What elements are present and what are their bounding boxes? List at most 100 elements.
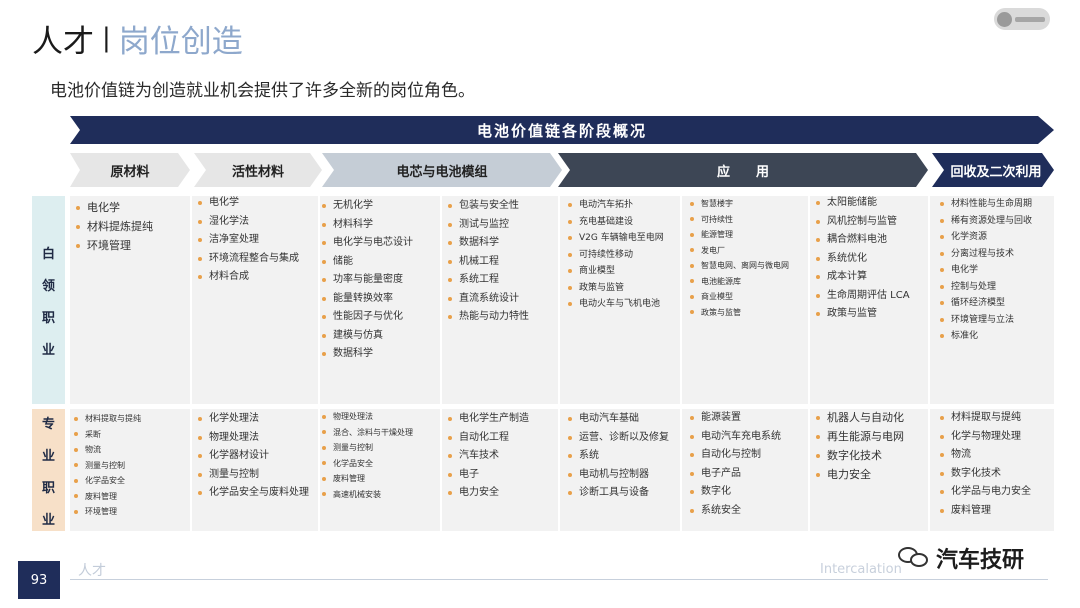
list-item: 系统工程: [448, 271, 529, 290]
pro-col-recycling: 材料提取与提纯 化学与物理处理 物流 数字化技术 化学品与电力安全 废料管理: [940, 409, 1031, 520]
list-item: 化学品安全: [322, 456, 413, 472]
list-item: 运营、诊断以及修复: [568, 429, 669, 448]
row-label-char: 业: [41, 448, 55, 464]
list-item: 商业模型: [568, 263, 664, 280]
list-item: 电力安全: [816, 465, 904, 484]
white-col-recycling: 材料性能与生命周期 稀有资源处理与回收 化学资源 分离过程与技术 电化学 控制与…: [940, 196, 1032, 345]
list-item: 电化学: [940, 262, 1032, 279]
stage-label: 原材料: [110, 164, 150, 180]
list-item: 测量与控制: [322, 440, 413, 456]
stage-label: 应 用: [716, 164, 769, 180]
white-col-application-1: 电动汽车拓扑 充电基础建设 V2G 车辆输电至电网 可持续性移动 商业模型 政策…: [568, 197, 664, 313]
white-col-application-2: 智慧楼宇 可持续性 能源管理 发电厂 智慧电网、离网与微电网 电池能源库 商业模…: [690, 196, 789, 320]
footer-divider: [70, 579, 1048, 580]
list-item: 耦合燃料电池: [816, 231, 910, 250]
list-item: 标准化: [940, 328, 1032, 345]
row-label-char: 职: [41, 480, 55, 496]
list-item: 无机化学: [322, 197, 413, 216]
list-item: 电化学: [76, 198, 153, 217]
list-item: 充电基础建设: [568, 214, 664, 231]
list-item: 测试与监控: [448, 216, 529, 235]
title-main: 人才: [32, 23, 94, 60]
list-item: 控制与处理: [940, 279, 1032, 296]
list-item: 废料管理: [940, 502, 1031, 521]
list-item: 性能因子与优化: [322, 308, 413, 327]
pro-col-raw-materials: 材料提取与提纯 采断 物流 测量与控制 化学品安全 废料管理 环境管理: [74, 411, 141, 520]
list-item: 环境管理: [74, 504, 141, 520]
stage-label: 电芯与电池模组: [396, 164, 488, 180]
list-item: 电化学: [198, 194, 299, 213]
list-item: 生命周期评估 LCA: [816, 287, 910, 306]
list-item: 风机控制与监管: [816, 213, 910, 232]
list-item: 混合、涂料与干燥处理: [322, 425, 413, 441]
list-item: 能量转换效率: [322, 290, 413, 309]
list-item: 数字化: [690, 483, 781, 502]
list-item: 电动汽车基础: [568, 410, 669, 429]
list-item: 诊断工具与设备: [568, 484, 669, 503]
list-item: 环境流程整合与集成: [198, 250, 299, 269]
list-item: 数据科学: [322, 345, 413, 364]
list-item: 储能: [322, 253, 413, 272]
list-item: 物流: [74, 442, 141, 458]
watermark: 汽车技研: [898, 542, 1024, 574]
wechat-icon: [898, 547, 932, 569]
pro-col-cell-2: 电化学生产制造 自动化工程 汽车技术 电子 电力安全: [448, 410, 529, 503]
white-col-cell-2: 包装与安全性 测试与监控 数据科学 机械工程 系统工程 直流系统设计 热能与动力…: [448, 197, 529, 327]
list-item: 数据科学: [448, 234, 529, 253]
list-item: 自动化与控制: [690, 446, 781, 465]
list-item: 电动火车与飞机电池: [568, 296, 664, 313]
list-item: 化学资源: [940, 229, 1032, 246]
footer-right-text: Intercalation: [820, 562, 902, 577]
stage-raw-materials: 原材料: [70, 153, 190, 187]
list-item: 可持续性: [690, 212, 789, 228]
stage-recycling: 回收及二次利用: [932, 153, 1054, 187]
list-item: 电动机与控制器: [568, 466, 669, 485]
list-item: 自动化工程: [448, 429, 529, 448]
list-item: 材料提炼提纯: [76, 217, 153, 236]
list-item: 湿化学法: [198, 213, 299, 232]
list-item: 政策与监管: [816, 305, 910, 324]
list-item: 数字化技术: [816, 446, 904, 465]
list-item: 数字化技术: [940, 465, 1031, 484]
list-item: V2G 车辆输电至电网: [568, 230, 664, 247]
row-label-char: 职: [41, 310, 55, 326]
list-item: 电化学与电芯设计: [322, 234, 413, 253]
title-separator: |: [102, 23, 111, 53]
list-item: 测量与控制: [74, 458, 141, 474]
list-item: 系统安全: [690, 502, 781, 521]
list-item: 电动汽车拓扑: [568, 197, 664, 214]
list-item: 采断: [74, 427, 141, 443]
stage-label: 回收及二次利用: [950, 164, 1042, 180]
list-item: 功率与能量密度: [322, 271, 413, 290]
list-item: 热能与动力特性: [448, 308, 529, 327]
subtitle: 电池价值链为创造就业机会提供了许多全新的岗位角色。: [50, 81, 475, 101]
stage-active-materials: 活性材料: [194, 153, 322, 187]
pro-col-application-2: 能源装置 电动汽车充电系统 自动化与控制 电子产品 数字化 系统安全: [690, 409, 781, 520]
list-item: 材料科学: [322, 216, 413, 235]
white-col-cell-1: 无机化学 材料科学 电化学与电芯设计 储能 功率与能量密度 能量转换效率 性能因…: [322, 197, 413, 364]
row-label-char: 业: [41, 512, 55, 528]
list-item: 材料提取与提纯: [940, 409, 1031, 428]
banner-title: 电池价值链各阶段概况: [476, 121, 647, 140]
list-item: 能源装置: [690, 409, 781, 428]
list-item: 电子产品: [690, 465, 781, 484]
footer-left-text: 人才: [78, 563, 106, 579]
title-sub: 岗位创造: [118, 23, 243, 60]
list-item: 机器人与自动化: [816, 408, 904, 427]
list-item: 汽车技术: [448, 447, 529, 466]
list-item: 稀有资源处理与回收: [940, 213, 1032, 230]
watermark-text: 汽车技研: [936, 548, 1025, 573]
stage-label: 活性材料: [231, 164, 284, 180]
list-item: 洁净室处理: [198, 231, 299, 250]
row-label-char: 专: [41, 416, 55, 432]
row-label-char: 白: [41, 246, 55, 262]
list-item: 循环经济模型: [940, 295, 1032, 312]
white-col-active-materials: 电化学 湿化学法 洁净室处理 环境流程整合与集成 材料合成: [198, 194, 299, 287]
page-title: 人才 | 岗位创造: [32, 18, 243, 60]
list-item: 化学处理法: [198, 410, 309, 429]
white-col-application-3: 太阳能储能 风机控制与监管 耦合燃料电池 系统优化 成本计算 生命周期评估 LC…: [816, 194, 910, 324]
list-item: 化学品与电力安全: [940, 483, 1031, 502]
list-item: 分离过程与技术: [940, 246, 1032, 263]
list-item: 电化学生产制造: [448, 410, 529, 429]
list-item: 再生能源与电网: [816, 427, 904, 446]
